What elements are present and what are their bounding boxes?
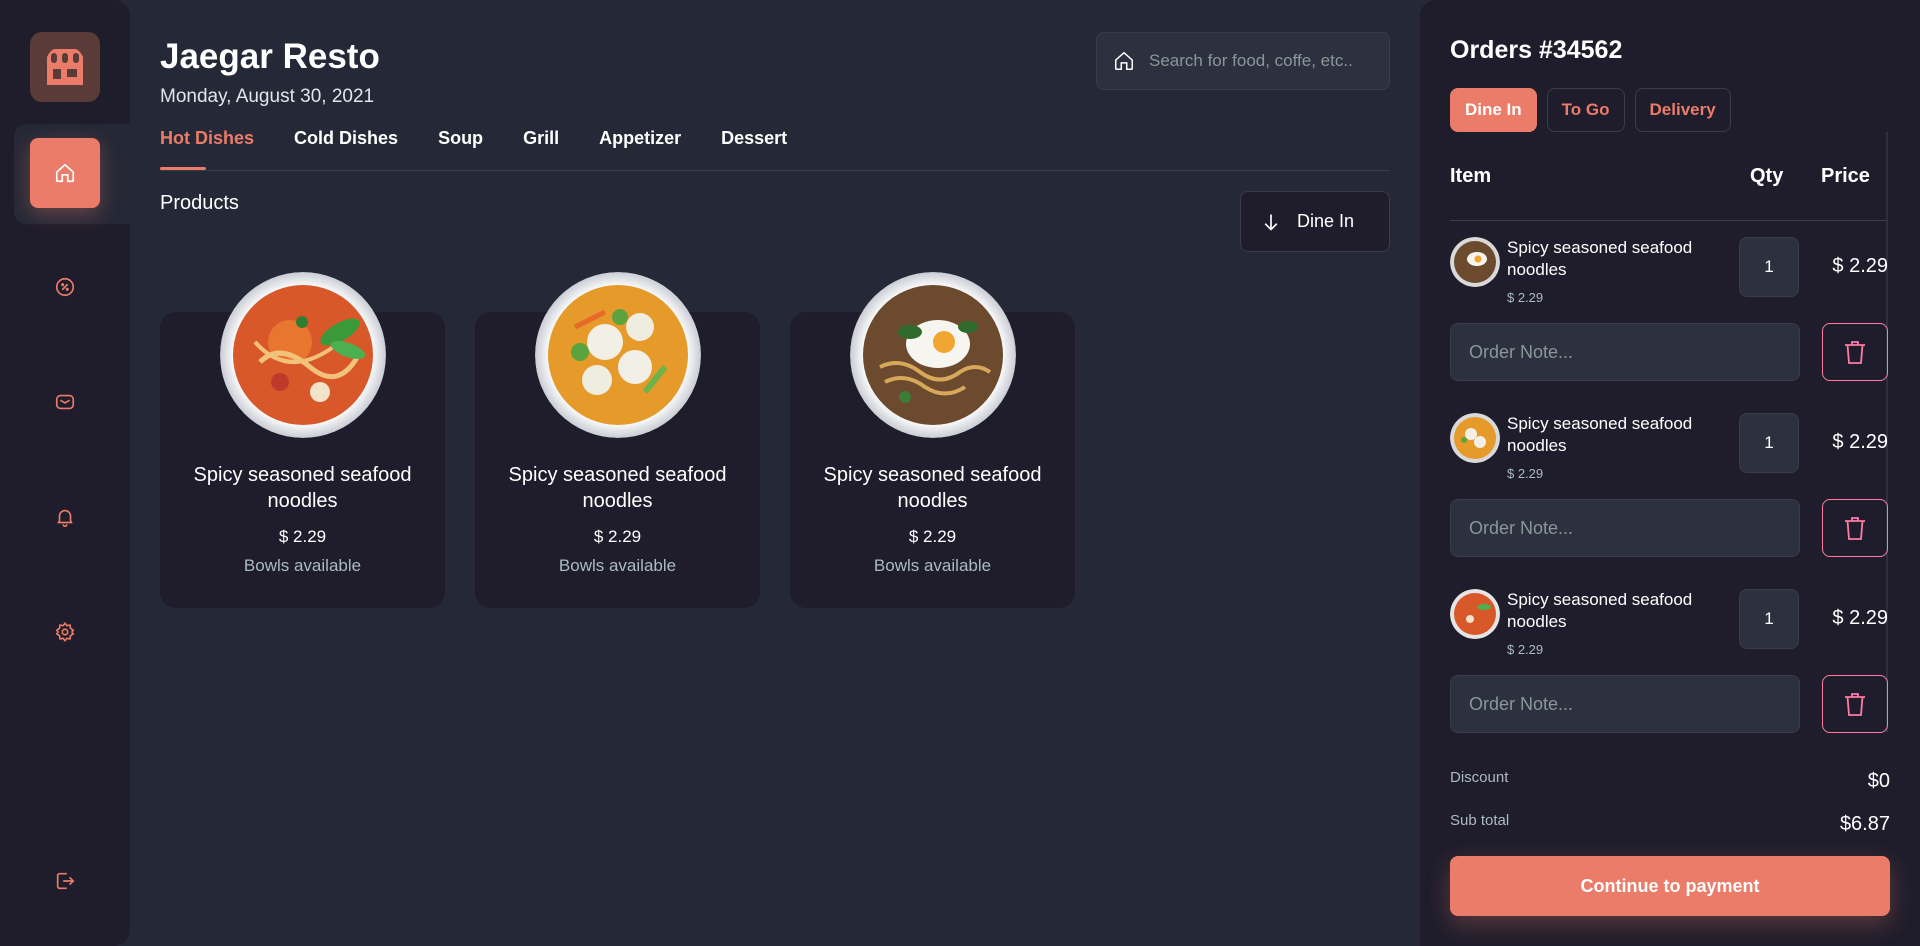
column-header-price: Price: [1821, 165, 1870, 187]
order-tab-to-go[interactable]: To Go: [1546, 88, 1625, 132]
dine-in-filter-label: Dine In: [1297, 211, 1355, 231]
dish-image: [850, 272, 1016, 438]
trash-icon: [1845, 693, 1865, 716]
subtotal-value: $6.87: [1839, 813, 1890, 835]
order-note-input[interactable]: [1450, 323, 1800, 381]
product-availability: Bowls available: [243, 556, 362, 575]
current-date: Monday, August 30, 2021: [160, 86, 375, 107]
order-title: Orders #34562: [1450, 36, 1623, 64]
quantity-field[interactable]: 1: [1739, 589, 1799, 649]
discount-icon[interactable]: [30, 252, 100, 322]
arrow-down-icon: [1264, 214, 1278, 231]
order-item-thumbnail: [1450, 589, 1500, 639]
order-item-total: $ 2.29: [1832, 431, 1888, 453]
product-card[interactable]: Spicy seasoned seafood noodles $ 2.29 Bo…: [475, 272, 760, 608]
logout-icon[interactable]: [30, 846, 100, 916]
order-item-name: Spicy seasoned seafood noodles: [1507, 414, 1693, 455]
product-name: Spicy seasoned seafood noodles: [823, 464, 1042, 512]
product-price: $ 2.29: [278, 527, 327, 546]
order-item-name: Spicy seasoned seafood noodles: [1507, 238, 1693, 279]
restaurant-logo-icon[interactable]: [30, 32, 100, 102]
tab-soup[interactable]: Soup: [438, 128, 483, 172]
product-availability: Bowls available: [873, 556, 992, 575]
discount-value: $0: [1867, 770, 1890, 792]
dine-in-filter[interactable]: Dine In: [1240, 191, 1390, 252]
delete-item-button[interactable]: [1822, 323, 1888, 381]
order-item: Spicy seasoned seafood noodles $ 2.29 1 …: [1450, 237, 1888, 407]
column-header-item: Item: [1450, 165, 1492, 187]
tab-appetizer[interactable]: Appetizer: [599, 128, 681, 172]
order-item: Spicy seasoned seafood noodles $ 2.29 1 …: [1450, 413, 1888, 583]
trash-icon: [1845, 517, 1865, 540]
order-item-total: $ 2.29: [1832, 607, 1888, 629]
search-box[interactable]: [1096, 32, 1390, 90]
tab-hot-dishes[interactable]: Hot Dishes: [160, 128, 254, 172]
sidebar: [0, 0, 130, 946]
order-item-unit-price: $ 2.29: [1507, 642, 1544, 657]
product-card[interactable]: Spicy seasoned seafood noodles $ 2.29 Bo…: [160, 272, 445, 608]
order-item-thumbnail: [1450, 413, 1500, 463]
search-icon: [1115, 51, 1133, 70]
discount-label: Discount: [1450, 769, 1509, 786]
order-note-input[interactable]: [1450, 675, 1800, 733]
settings-icon[interactable]: [30, 597, 100, 667]
order-type-tabs: Dine In To Go Delivery: [1450, 88, 1741, 132]
page-title: Jaegar Resto: [160, 37, 380, 76]
tab-cold-dishes[interactable]: Cold Dishes: [294, 128, 398, 172]
product-price: $ 2.29: [593, 527, 642, 546]
quantity-field[interactable]: 1: [1739, 413, 1799, 473]
delete-item-button[interactable]: [1822, 675, 1888, 733]
home-icon[interactable]: [30, 138, 100, 208]
tab-dessert[interactable]: Dessert: [721, 128, 787, 172]
column-header-qty: Qty: [1750, 165, 1784, 187]
order-tab-delivery[interactable]: Delivery: [1634, 88, 1731, 132]
order-note-input[interactable]: [1450, 499, 1800, 557]
orders-panel: Orders #34562 Dine In To Go Delivery Ite…: [1420, 0, 1920, 946]
order-item-unit-price: $ 2.29: [1507, 466, 1544, 481]
order-item-unit-price: $ 2.29: [1507, 290, 1544, 305]
category-tabs: Hot Dishes Cold Dishes Soup Grill Appeti…: [160, 128, 827, 172]
tabs-divider: [160, 170, 1390, 171]
message-icon[interactable]: [30, 367, 100, 437]
products-heading: Products: [160, 192, 239, 214]
notification-icon[interactable]: [30, 482, 100, 552]
product-name: Spicy seasoned seafood noodles: [193, 464, 412, 512]
product-price: $ 2.29: [908, 527, 957, 546]
delete-item-button[interactable]: [1822, 499, 1888, 557]
product-name: Spicy seasoned seafood noodles: [508, 464, 727, 512]
order-header-divider: [1450, 220, 1888, 221]
order-item-total: $ 2.29: [1832, 255, 1888, 277]
order-tab-dine-in[interactable]: Dine In: [1450, 88, 1537, 132]
search-input[interactable]: [1149, 51, 1369, 71]
continue-to-payment-button[interactable]: Continue to payment: [1450, 856, 1890, 916]
dish-image: [535, 272, 701, 438]
subtotal-label: Sub total: [1450, 812, 1510, 829]
order-item: Spicy seasoned seafood noodles $ 2.29 1 …: [1450, 589, 1888, 759]
order-item-name: Spicy seasoned seafood noodles: [1507, 590, 1693, 631]
dish-image: [220, 272, 386, 438]
product-availability: Bowls available: [558, 556, 677, 575]
trash-icon: [1845, 341, 1865, 364]
tab-grill[interactable]: Grill: [523, 128, 559, 172]
product-card[interactable]: Spicy seasoned seafood noodles $ 2.29 Bo…: [790, 272, 1075, 608]
order-item-thumbnail: [1450, 237, 1500, 287]
quantity-field[interactable]: 1: [1739, 237, 1799, 297]
